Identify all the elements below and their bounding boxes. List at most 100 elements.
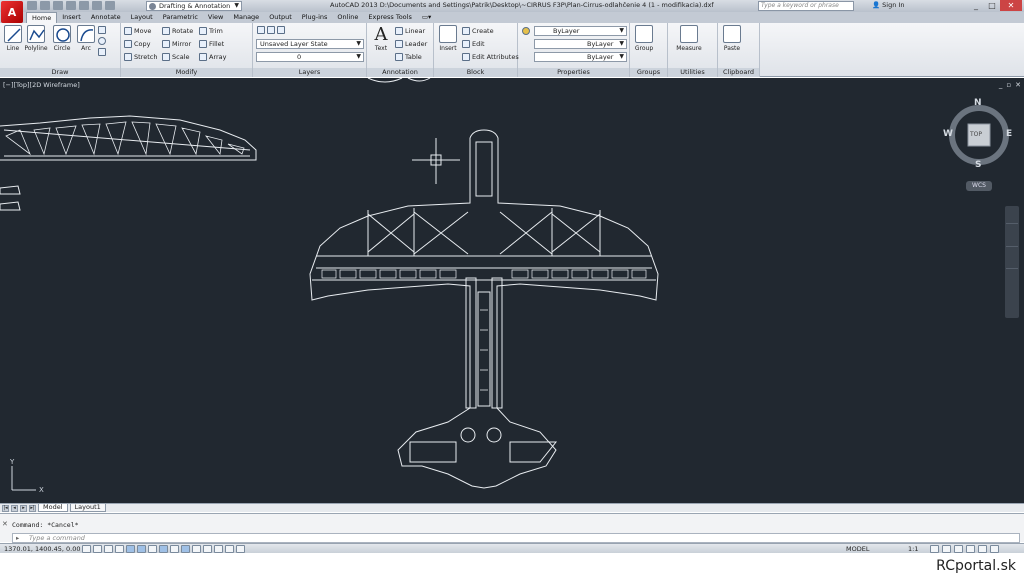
tab-output[interactable]: Output xyxy=(264,12,297,23)
quick-properties-toggle[interactable] xyxy=(214,545,223,553)
redo-icon[interactable] xyxy=(105,1,115,10)
arc-button[interactable]: Arc xyxy=(74,25,98,52)
layer-freeze-icon[interactable] xyxy=(277,26,285,34)
selection-cycling-toggle[interactable] xyxy=(225,545,234,553)
annotation-visibility-icon[interactable] xyxy=(930,545,939,553)
ortho-mode-toggle[interactable] xyxy=(115,545,124,553)
3d-object-snap-toggle[interactable] xyxy=(148,545,157,553)
panel-title-layers[interactable]: Layers xyxy=(253,68,366,77)
polar-tracking-toggle[interactable] xyxy=(126,545,135,553)
application-menu-button[interactable]: A xyxy=(1,1,23,23)
rectangle-icon[interactable] xyxy=(98,26,106,34)
minimize-button[interactable]: _ xyxy=(968,0,984,11)
panel-title-properties[interactable]: Properties xyxy=(518,68,629,77)
panel-title-draw[interactable]: Draw xyxy=(0,68,120,77)
viewcube-north[interactable]: N xyxy=(974,98,982,108)
annotation-monitor-toggle[interactable] xyxy=(236,545,245,553)
last-tab-icon[interactable]: ▸| xyxy=(29,504,36,512)
lock-icon[interactable] xyxy=(954,545,963,553)
first-tab-icon[interactable]: |◂ xyxy=(2,504,9,512)
create-block-button[interactable]: Create xyxy=(462,26,494,36)
save-as-icon[interactable] xyxy=(66,1,76,10)
move-button[interactable]: Move xyxy=(124,26,151,36)
measure-button[interactable]: Measure xyxy=(673,25,705,52)
tab-layout[interactable]: Layout xyxy=(126,12,158,23)
next-tab-icon[interactable]: ▸ xyxy=(20,504,27,512)
tab-parametric[interactable]: Parametric xyxy=(158,12,203,23)
minimize-icon[interactable]: _ xyxy=(999,81,1003,89)
grid-display-toggle[interactable] xyxy=(104,545,113,553)
mirror-button[interactable]: Mirror xyxy=(162,39,191,49)
undo-icon[interactable] xyxy=(92,1,102,10)
restore-icon[interactable]: ▫ xyxy=(1006,81,1011,89)
object-snap-toggle[interactable] xyxy=(137,545,146,553)
open-icon[interactable] xyxy=(40,1,50,10)
infer-constraints-toggle[interactable] xyxy=(82,545,91,553)
array-button[interactable]: Array xyxy=(199,52,227,62)
lineweight-toggle[interactable] xyxy=(192,545,201,553)
close-button[interactable]: ✕ xyxy=(1000,0,1022,11)
line-button[interactable]: Line xyxy=(1,25,25,52)
tab-plug-ins[interactable]: Plug-ins xyxy=(297,12,333,23)
sign-in-button[interactable]: 👤 Sign In xyxy=(872,1,904,9)
tab-insert[interactable]: Insert xyxy=(57,12,86,23)
layer-dropdown[interactable]: 0 ▼ xyxy=(256,52,364,62)
ellipse-icon[interactable] xyxy=(98,37,106,45)
layer-state-dropdown[interactable]: Unsaved Layer State ▼ xyxy=(256,39,364,49)
object-snap-tracking-toggle[interactable] xyxy=(159,545,168,553)
edit-block-button[interactable]: Edit xyxy=(462,39,485,49)
viewcube-east[interactable]: E xyxy=(1006,129,1012,139)
text-button[interactable]: A Text xyxy=(369,25,393,53)
new-icon[interactable] xyxy=(27,1,37,10)
transparency-toggle[interactable] xyxy=(203,545,212,553)
model-space-button[interactable]: MODEL xyxy=(846,545,869,553)
copy-button[interactable]: Copy xyxy=(124,39,151,49)
workspace-selector[interactable]: Drafting & Annotation ▼ xyxy=(146,1,242,11)
insert-button[interactable]: Insert xyxy=(436,25,460,52)
isolate-objects-icon[interactable] xyxy=(978,545,987,553)
close-icon[interactable]: ✕ xyxy=(1015,81,1021,89)
linear-button[interactable]: Linear xyxy=(395,26,425,36)
hardware-acceleration-icon[interactable] xyxy=(966,545,975,553)
tab-express-tools[interactable]: Express Tools xyxy=(363,12,416,23)
hatch-icon[interactable] xyxy=(98,48,106,56)
layer-isolate-icon[interactable] xyxy=(267,26,275,34)
rotate-button[interactable]: Rotate xyxy=(162,26,193,36)
panel-title-annotation[interactable]: Annotation xyxy=(367,68,433,77)
polyline-button[interactable]: Polyline xyxy=(24,25,48,52)
ribbon-toggle-icon[interactable]: ▭▾ xyxy=(417,12,436,23)
leader-button[interactable]: Leader xyxy=(395,39,427,49)
color-dropdown[interactable]: ByLayer ▼ xyxy=(534,26,627,36)
command-input[interactable]: ▸ Type a command xyxy=(12,533,1020,543)
group-button[interactable]: Group xyxy=(632,25,656,52)
print-icon[interactable] xyxy=(79,1,89,10)
tab-annotate[interactable]: Annotate xyxy=(86,12,126,23)
maximize-button[interactable]: □ xyxy=(984,0,1000,11)
prev-tab-icon[interactable]: ◂ xyxy=(11,504,18,512)
fillet-button[interactable]: Fillet xyxy=(199,39,224,49)
trim-button[interactable]: Trim xyxy=(199,26,223,36)
table-button[interactable]: Table xyxy=(395,52,422,62)
clean-screen-icon[interactable] xyxy=(990,545,999,553)
stretch-button[interactable]: Stretch xyxy=(124,52,157,62)
dynamic-input-toggle[interactable] xyxy=(181,545,190,553)
panel-title-utilities[interactable]: Utilities xyxy=(668,68,717,77)
panel-title-modify[interactable]: Modify xyxy=(121,68,252,77)
tab-manage[interactable]: Manage xyxy=(228,12,264,23)
tab-online[interactable]: Online xyxy=(332,12,363,23)
lineweight-dropdown[interactable]: ByLayer ▼ xyxy=(534,52,627,62)
circle-button[interactable]: Circle xyxy=(50,25,74,52)
viewcube-top-face[interactable]: TOP xyxy=(970,131,982,138)
annotation-scale-button[interactable]: 1:1 xyxy=(908,545,918,553)
panel-title-clipboard[interactable]: Clipboard xyxy=(718,68,759,77)
tab-layout1[interactable]: Layout1 xyxy=(69,504,106,512)
save-icon[interactable] xyxy=(53,1,63,10)
viewport-controls-label[interactable]: [−][Top][2D Wireframe] xyxy=(3,81,80,89)
match-properties-icon[interactable] xyxy=(522,27,530,35)
dynamic-ucs-toggle[interactable] xyxy=(170,545,179,553)
snap-mode-toggle[interactable] xyxy=(93,545,102,553)
tab-model[interactable]: Model xyxy=(38,504,68,512)
close-icon[interactable]: ✕ xyxy=(2,520,8,528)
viewcube-south[interactable]: S xyxy=(975,160,981,170)
layer-properties-icon[interactable] xyxy=(257,26,265,34)
